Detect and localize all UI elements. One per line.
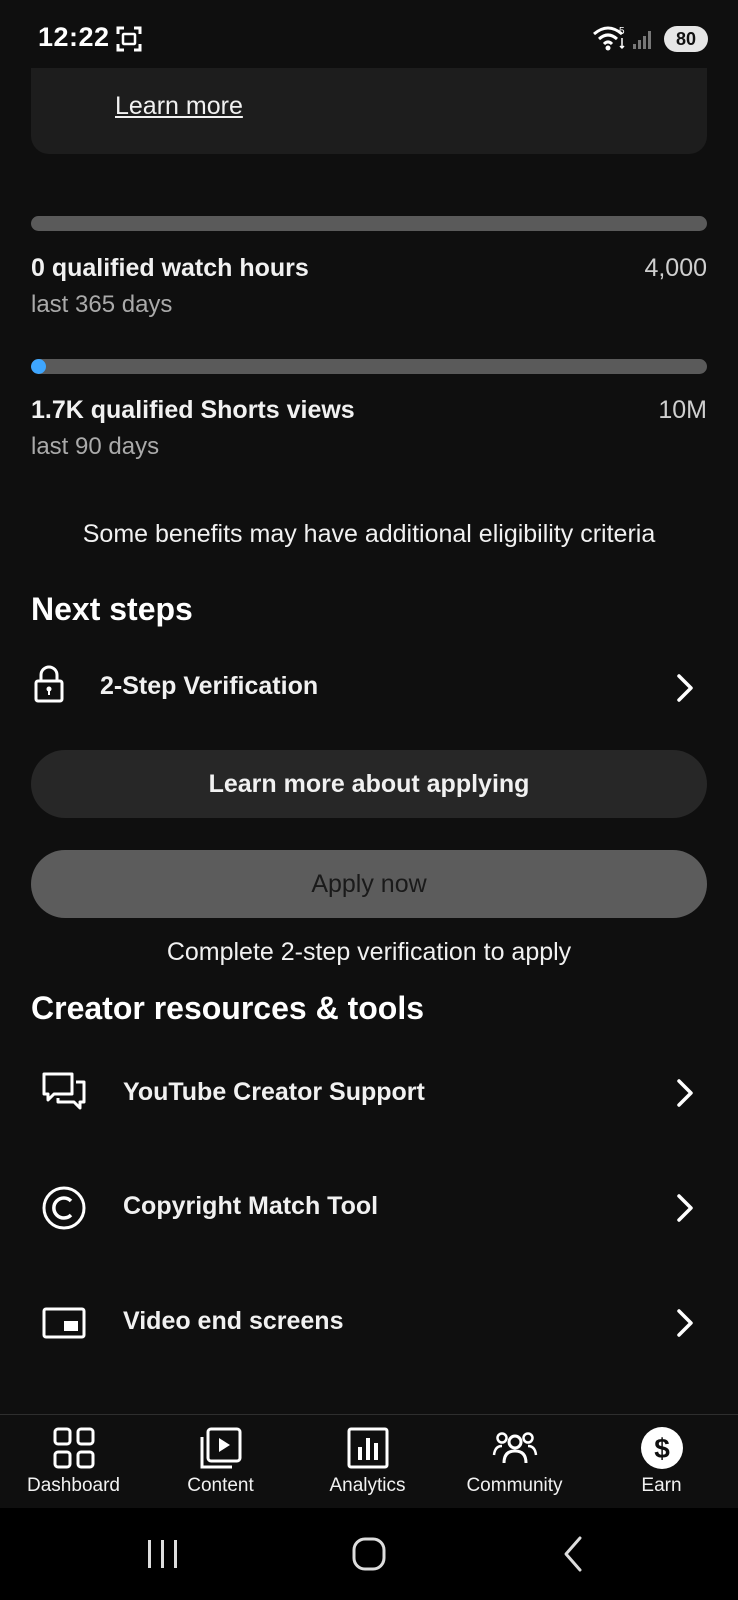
nav-label: Content <box>187 1475 254 1496</box>
list-item-copyright-match[interactable]: Copyright Match Tool <box>0 1168 738 1248</box>
shorts-views-progress-bar <box>31 359 707 374</box>
watch-hours-progress-bar <box>31 216 707 231</box>
list-item-2-step-verification[interactable]: 2-Step Verification <box>0 648 738 728</box>
apply-hint-text: Complete 2-step verification to apply <box>166 938 572 966</box>
content-icon <box>200 1427 242 1469</box>
list-item-video-end-screens[interactable]: Video end screens <box>0 1283 738 1363</box>
svg-text:$: $ <box>654 1433 670 1464</box>
recent-apps-icon[interactable] <box>138 1532 188 1576</box>
list-item-creator-support[interactable]: YouTube Creator Support <box>0 1052 738 1132</box>
community-icon <box>492 1432 538 1464</box>
chevron-right-icon <box>677 674 693 702</box>
dashboard-icon <box>53 1427 95 1469</box>
nav-label: Earn <box>641 1475 682 1496</box>
shorts-views-progress-fill <box>31 359 46 374</box>
status-time: 12:22 <box>38 22 110 52</box>
lock-icon <box>34 665 64 703</box>
end-screen-icon <box>42 1307 86 1339</box>
shorts-views-title: 1.7K qualified Shorts views <box>31 396 355 424</box>
back-icon[interactable] <box>550 1532 600 1576</box>
list-item-label: YouTube Creator Support <box>123 1078 425 1106</box>
shorts-views-goal: 10M <box>658 396 707 424</box>
list-item-label: Copyright Match Tool <box>123 1192 379 1220</box>
watch-hours-period: last 365 days <box>31 291 173 318</box>
status-bar: 12:22 5 80 <box>0 0 738 70</box>
nav-content[interactable]: Content <box>147 1415 294 1509</box>
eligibility-note: Some benefits may have additional eligib… <box>82 520 656 548</box>
chevron-right-icon <box>677 1079 693 1107</box>
nav-label: Analytics <box>329 1475 406 1496</box>
creator-resources-heading: Creator resources & tools <box>31 990 425 1026</box>
info-card: Learn more <box>31 68 707 154</box>
next-steps-heading: Next steps <box>31 591 193 627</box>
nav-label: Community <box>466 1475 563 1496</box>
system-navigation-bar <box>0 1508 738 1600</box>
nav-analytics[interactable]: Analytics <box>294 1415 441 1509</box>
copyright-icon <box>42 1186 86 1230</box>
list-item-label: Video end screens <box>123 1307 344 1335</box>
chevron-right-icon <box>677 1309 693 1337</box>
chat-bubbles-icon <box>42 1072 86 1110</box>
wifi-icon: 5 <box>593 26 625 51</box>
analytics-icon <box>347 1427 389 1469</box>
wifi-band-label: 5 <box>619 26 625 37</box>
learn-more-about-applying-button[interactable]: Learn more about applying <box>31 750 707 818</box>
bottom-navigation: Dashboard Content Analytics Community $ … <box>0 1414 738 1508</box>
list-item-label: 2-Step Verification <box>100 672 319 700</box>
shorts-views-period: last 90 days <box>31 433 160 460</box>
earn-icon: $ <box>641 1427 683 1469</box>
chevron-right-icon <box>677 1194 693 1222</box>
learn-more-link[interactable]: Learn more <box>115 92 243 121</box>
watch-hours-goal: 4,000 <box>644 254 707 282</box>
battery-indicator: 80 <box>664 26 708 52</box>
nav-community[interactable]: Community <box>441 1415 588 1509</box>
nav-label: Dashboard <box>27 1475 120 1496</box>
nav-earn[interactable]: $ Earn <box>588 1415 735 1509</box>
watch-hours-title: 0 qualified watch hours <box>31 254 309 282</box>
apply-now-button[interactable]: Apply now <box>31 850 707 918</box>
signal-icon <box>633 31 651 49</box>
screen-capture-icon <box>116 26 142 52</box>
nav-dashboard[interactable]: Dashboard <box>0 1415 147 1509</box>
home-icon[interactable] <box>344 1532 394 1576</box>
